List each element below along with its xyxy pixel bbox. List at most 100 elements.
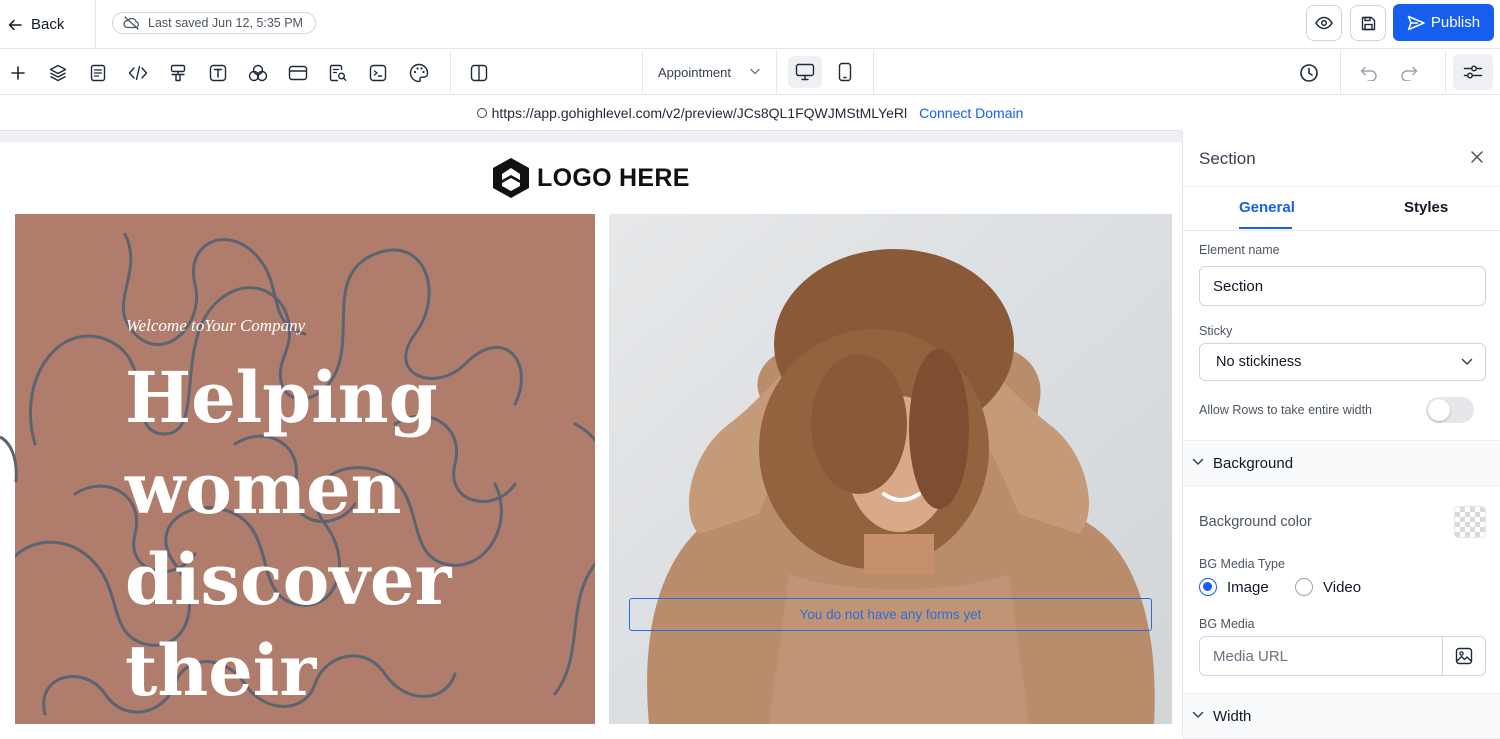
- panel-title: Section: [1199, 148, 1256, 168]
- status-dot-icon: [476, 108, 487, 118]
- layers-button[interactable]: [43, 58, 73, 88]
- version-history-button[interactable]: [1294, 58, 1324, 88]
- forms-placeholder[interactable]: You do not have any forms yet: [629, 598, 1152, 631]
- sticky-select[interactable]: No stickiness: [1199, 343, 1486, 381]
- seo-button[interactable]: [323, 58, 353, 88]
- sticky-value: No stickiness: [1216, 354, 1302, 370]
- card-icon: [288, 65, 308, 81]
- styles-button[interactable]: [163, 58, 193, 88]
- page-selector-value: Appointment: [658, 65, 731, 80]
- chevron-down-icon: [1461, 358, 1473, 365]
- toolbar-divider: [776, 50, 777, 95]
- media-library-button[interactable]: [1442, 637, 1485, 675]
- search-page-icon: [329, 64, 347, 82]
- width-section-header[interactable]: Width: [1183, 693, 1500, 739]
- full-width-toggle[interactable]: [1426, 397, 1474, 423]
- elements-button[interactable]: [243, 58, 273, 88]
- settings-panel-toggle[interactable]: [1453, 54, 1493, 90]
- custom-code-button[interactable]: [123, 58, 153, 88]
- chevron-down-icon: [750, 68, 760, 75]
- image-icon: [1455, 647, 1473, 665]
- eye-icon: [1315, 16, 1333, 30]
- radio-video-label: Video: [1323, 578, 1362, 596]
- bg-media-type-radio-image[interactable]: Image: [1199, 578, 1269, 596]
- radio-image[interactable]: [1199, 578, 1217, 596]
- connect-domain-link[interactable]: Connect Domain: [919, 105, 1023, 121]
- desktop-view-button[interactable]: [788, 56, 822, 88]
- radio-video[interactable]: [1295, 578, 1313, 596]
- preview-url[interactable]: https://app.gohighlevel.com/v2/preview/J…: [492, 105, 908, 121]
- mobile-view-button[interactable]: [828, 56, 862, 88]
- undo-icon: [1360, 66, 1377, 81]
- paint-roller-icon: [170, 64, 186, 82]
- element-name-label: Element name: [1199, 243, 1280, 257]
- close-icon[interactable]: [1470, 150, 1484, 164]
- hero-left-column[interactable]: Welcome toYour Company Helping women dis…: [15, 214, 595, 724]
- hexagon-logo-icon: [493, 158, 529, 198]
- bg-media-placeholder: Media URL: [1213, 647, 1289, 665]
- background-section-header[interactable]: Background: [1183, 440, 1500, 486]
- properties-panel: Section General Styles Element name Sect…: [1182, 131, 1500, 739]
- terminal-icon: [369, 64, 387, 82]
- sliders-icon: [1463, 65, 1483, 79]
- editor-toolbar: Appointment: [0, 50, 1500, 95]
- text-box-icon: [209, 64, 227, 82]
- redo-icon: [1401, 66, 1418, 81]
- publish-label: Publish: [1430, 14, 1481, 31]
- width-section-title: Width: [1213, 707, 1252, 725]
- hero-headline[interactable]: Helping women discover their: [125, 352, 545, 716]
- desktop-icon: [795, 63, 815, 81]
- plus-icon: [11, 66, 25, 80]
- logo-text: LOGO HERE: [537, 163, 690, 192]
- pages-button[interactable]: [83, 58, 113, 88]
- welcome-text[interactable]: Welcome toYour Company: [126, 316, 305, 336]
- arrow-left-icon: [8, 19, 22, 30]
- bg-media-url-input[interactable]: Media URL: [1199, 636, 1486, 676]
- undo-button[interactable]: [1354, 58, 1384, 88]
- preview-button[interactable]: [1306, 5, 1342, 41]
- send-icon: [1407, 15, 1425, 30]
- bg-color-swatch[interactable]: [1454, 506, 1486, 538]
- top-bar: Back Last saved Jun 12, 5:35 PM Publish: [0, 0, 1500, 49]
- text-button[interactable]: [203, 58, 233, 88]
- split-view-button[interactable]: [464, 58, 494, 88]
- page-canvas[interactable]: LOGO HERE Welcome toYour Company Helping…: [0, 142, 1172, 735]
- back-label: Back: [31, 16, 65, 33]
- element-name-input[interactable]: Section: [1199, 266, 1486, 306]
- tracking-code-button[interactable]: [363, 58, 393, 88]
- logo[interactable]: LOGO HERE: [489, 156, 690, 200]
- cloud-off-icon: [123, 16, 139, 30]
- preview-url-bar: https://app.gohighlevel.com/v2/preview/J…: [0, 96, 1500, 130]
- bg-media-label: BG Media: [1199, 617, 1255, 631]
- history-clock-icon: [1300, 64, 1318, 82]
- layers-icon: [49, 64, 67, 82]
- active-tab-indicator: [1239, 227, 1292, 229]
- sections-button[interactable]: [283, 58, 313, 88]
- tab-styles[interactable]: Styles: [1404, 199, 1448, 216]
- bg-media-type-radio-video[interactable]: Video: [1295, 578, 1361, 596]
- element-name-value: Section: [1213, 277, 1264, 295]
- page-selector[interactable]: Appointment: [643, 50, 776, 95]
- chevron-down-icon: [1192, 458, 1204, 465]
- shapes-icon: [248, 64, 268, 82]
- publish-button[interactable]: Publish: [1393, 4, 1494, 41]
- sticky-label: Sticky: [1199, 324, 1233, 338]
- redo-button[interactable]: [1394, 58, 1424, 88]
- toolbar-divider: [873, 50, 874, 95]
- mobile-icon: [838, 62, 852, 82]
- add-element-button[interactable]: [3, 58, 33, 88]
- bg-color-label: Background color: [1199, 514, 1312, 530]
- tab-general[interactable]: General: [1239, 199, 1295, 216]
- page-icon: [90, 64, 106, 82]
- panel-header: Section: [1183, 131, 1500, 187]
- back-button[interactable]: Back: [0, 0, 96, 49]
- chevron-down-icon: [1192, 711, 1204, 718]
- toggle-knob: [1428, 399, 1450, 421]
- woman-photo-image: [609, 214, 1172, 724]
- hero-right-column[interactable]: You do not have any forms yet: [609, 214, 1172, 724]
- radio-image-label: Image: [1227, 578, 1269, 596]
- code-icon: [128, 65, 148, 81]
- colors-button[interactable]: [404, 58, 434, 88]
- save-button[interactable]: [1350, 5, 1386, 41]
- palette-icon: [409, 63, 429, 83]
